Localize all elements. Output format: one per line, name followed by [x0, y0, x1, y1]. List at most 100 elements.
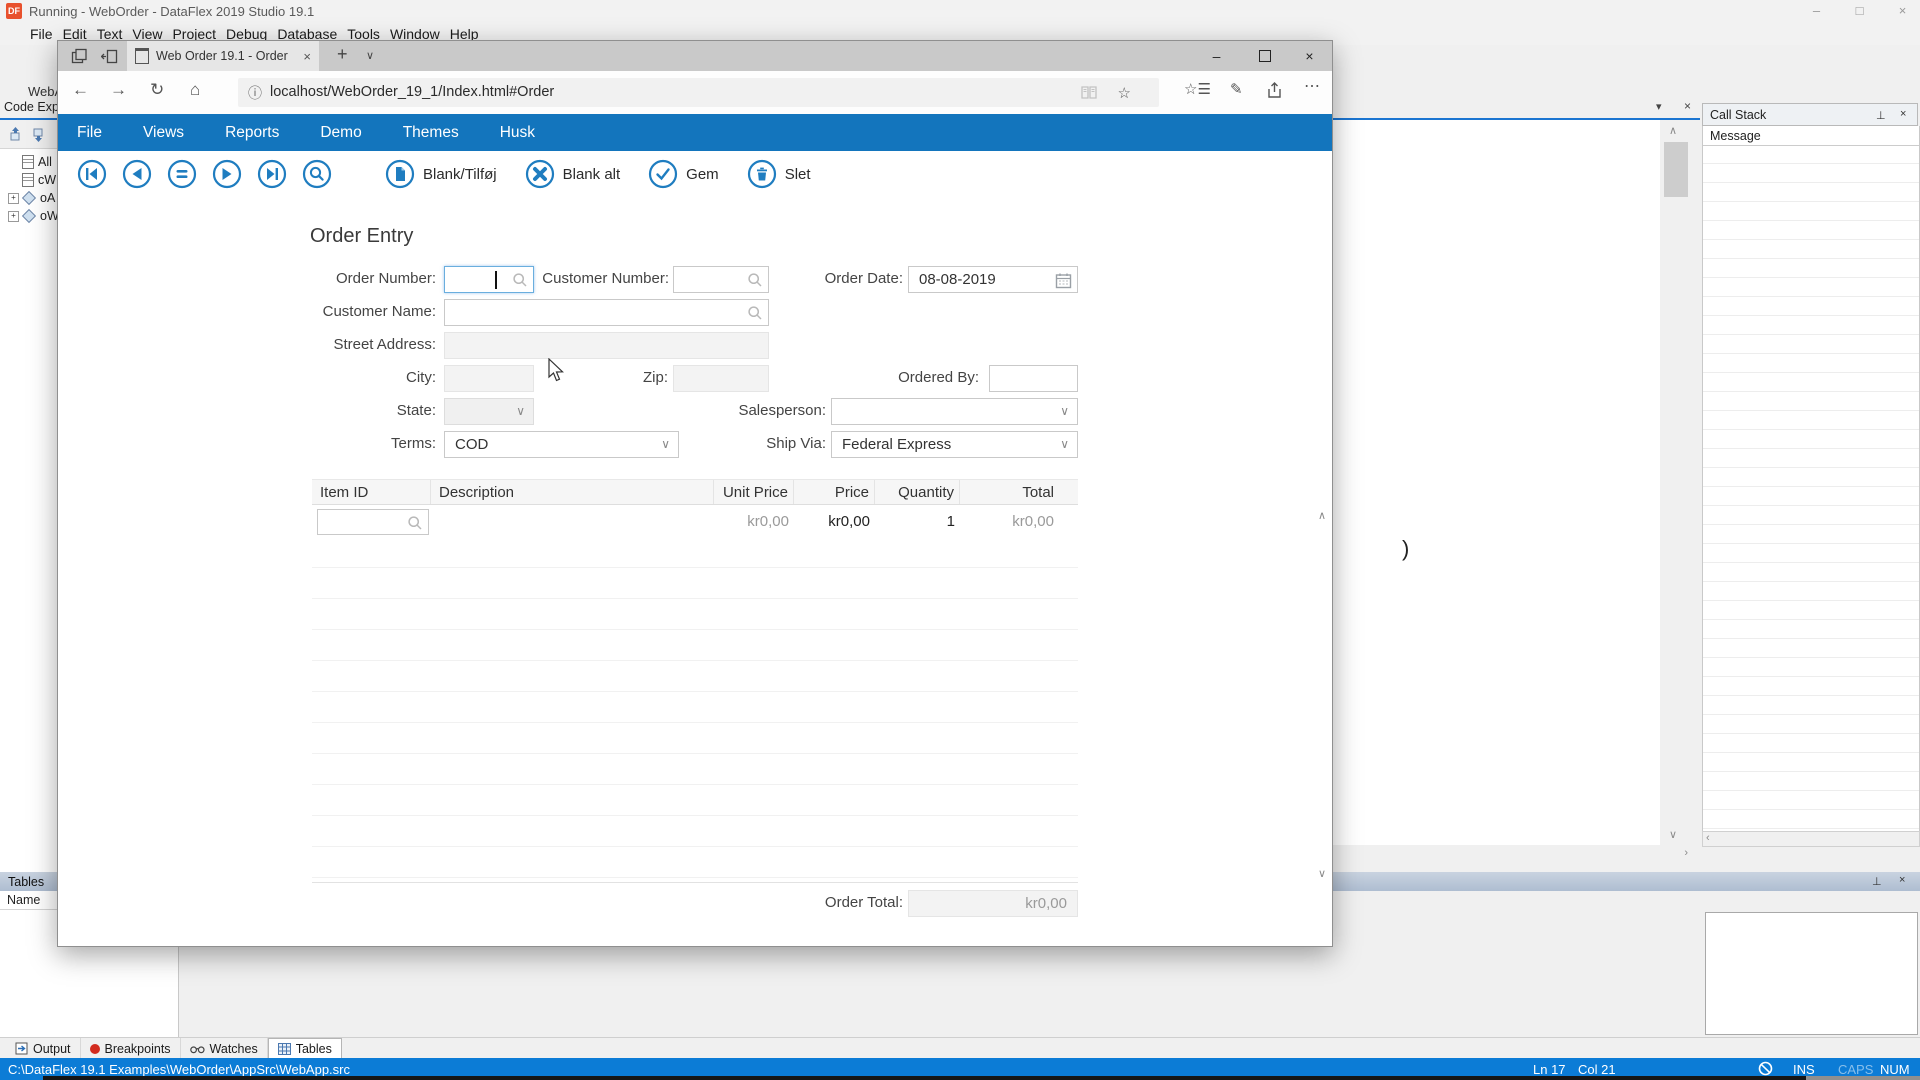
blank-all-button[interactable]: Blank alt	[525, 159, 621, 189]
item-id-input[interactable]	[317, 509, 429, 535]
browser-tab-active[interactable]: Web Order 19.1 - Order ×	[127, 41, 319, 71]
editor-vertical-scrollbar[interactable]: ∧ ∨	[1660, 120, 1692, 845]
favorites-hub-icon[interactable]: ☆☰	[1184, 80, 1211, 98]
order-date-input[interactable]: 08-08-2019	[908, 266, 1078, 293]
ide-minimize-button[interactable]: –	[1795, 0, 1838, 22]
back-icon[interactable]: ←	[72, 80, 89, 100]
ship-via-select[interactable]: Federal Express ∨	[831, 431, 1078, 458]
set-tabs-aside-icon[interactable]	[71, 48, 88, 65]
chevron-down-icon: ∨	[516, 404, 525, 418]
share-icon[interactable]	[1266, 82, 1283, 99]
call-stack-list[interactable]: Message	[1702, 126, 1920, 831]
browser-maximize-button[interactable]	[1242, 41, 1287, 71]
grid-scroll-up-icon[interactable]: ∧	[1318, 509, 1326, 522]
tab-breakpoints[interactable]: Breakpoints	[81, 1038, 181, 1059]
tab-output[interactable]: Output	[6, 1038, 81, 1059]
browser-window: Web Order 19.1 - Order × + ∨ – × ← → ↻ ⌂…	[57, 40, 1333, 947]
scroll-down-icon[interactable]: ∨	[1669, 828, 1677, 841]
webapp-menu-demo[interactable]: Demo	[320, 124, 361, 142]
column-unit-price[interactable]: Unit Price	[714, 480, 794, 504]
address-bar[interactable]: ⓘ localhost/WebOrder_19_1/Index.html#Ord…	[238, 78, 1159, 107]
delete-button[interactable]: Slet	[747, 159, 811, 189]
column-price[interactable]: Price	[794, 480, 875, 504]
refresh-icon[interactable]: ↻	[150, 80, 164, 100]
state-label: State:	[256, 402, 436, 419]
next-record-button[interactable]	[212, 159, 242, 189]
terms-value: COD	[455, 436, 488, 453]
customer-name-input[interactable]	[444, 299, 769, 326]
webapp-menu-reports[interactable]: Reports	[225, 124, 279, 142]
expand-plus-icon[interactable]: +	[8, 193, 19, 204]
add-favorite-star-icon[interactable]: ☆	[1118, 84, 1131, 102]
first-record-button[interactable]	[77, 159, 107, 189]
salesperson-select[interactable]: ∨	[831, 398, 1078, 425]
browser-minimize-button[interactable]: –	[1194, 41, 1239, 71]
ide-maximize-button[interactable]: □	[1838, 0, 1881, 22]
save-button[interactable]: Gem	[648, 159, 719, 189]
webapp-menu-husk[interactable]: Husk	[500, 124, 535, 142]
grid-header-row: Item ID Description Unit Price Price Qua…	[312, 479, 1078, 505]
web-note-pen-icon[interactable]: ✎	[1230, 80, 1243, 98]
grid-row[interactable]: kr0,00 kr0,00 1 kr0,00	[312, 505, 1078, 538]
scroll-up-icon[interactable]: ∧	[1669, 124, 1677, 137]
forward-icon[interactable]: →	[110, 80, 127, 100]
column-quantity[interactable]: Quantity	[875, 480, 960, 504]
tab-tables-label: Tables	[296, 1042, 332, 1056]
grid-empty-rows[interactable]	[312, 537, 1078, 882]
blank-add-button[interactable]: Blank/Tilføj	[385, 159, 497, 189]
ide-menu-file[interactable]: File	[30, 26, 53, 42]
tab-close-icon[interactable]: ×	[303, 49, 311, 64]
site-info-icon[interactable]: ⓘ	[248, 83, 262, 103]
tables-panel-title: Tables	[8, 875, 44, 889]
webapp-menu-views[interactable]: Views	[143, 124, 184, 142]
close-icon[interactable]: ×	[1899, 874, 1905, 886]
webapp-menu-file[interactable]: File	[77, 124, 102, 142]
tab-list-dropdown-icon[interactable]: ▾	[1656, 100, 1662, 113]
home-icon[interactable]: ⌂	[190, 80, 200, 100]
item-id-cell	[312, 505, 431, 537]
pin-icon[interactable]: ⊥	[1876, 109, 1886, 122]
tab-preview-chevron-icon[interactable]: ∨	[366, 49, 374, 62]
column-description[interactable]: Description	[431, 480, 714, 504]
total-cell: kr0,00	[960, 505, 1059, 537]
calendar-icon[interactable]	[1055, 272, 1072, 289]
tab-tables[interactable]: Tables	[268, 1038, 342, 1059]
column-item-id[interactable]: Item ID	[312, 480, 431, 504]
previous-record-button[interactable]	[122, 159, 152, 189]
new-tab-button[interactable]: +	[337, 44, 348, 65]
last-record-button[interactable]	[257, 159, 287, 189]
list-records-button[interactable]	[167, 159, 197, 189]
expand-plus-icon[interactable]: +	[8, 211, 19, 222]
lookup-magnifier-icon[interactable]	[407, 515, 423, 531]
grid-scroll-down-icon[interactable]: ∨	[1318, 867, 1326, 880]
scrollbar-thumb[interactable]	[1664, 142, 1688, 197]
close-icon[interactable]: ×	[1900, 108, 1906, 120]
reading-view-icon[interactable]	[1081, 86, 1097, 99]
sync-down-icon[interactable]	[31, 127, 46, 142]
ordered-by-input[interactable]	[989, 365, 1078, 392]
editor-close-icon[interactable]: ×	[1684, 99, 1691, 113]
status-line: Ln 17	[1533, 1062, 1566, 1077]
call-stack-column-message[interactable]: Message	[1703, 126, 1919, 146]
taskbar-sliver-light	[1806, 1076, 1920, 1080]
tabs-set-aside-icon[interactable]	[101, 48, 118, 65]
lookup-magnifier-icon[interactable]	[747, 305, 763, 321]
tree-item-label: All	[38, 155, 52, 169]
browser-close-button[interactable]: ×	[1287, 41, 1332, 71]
order-total-value: kr0,00	[1025, 895, 1067, 912]
column-total[interactable]: Total	[960, 480, 1059, 504]
terms-select[interactable]: COD ∨	[444, 431, 679, 458]
sync-up-icon[interactable]	[8, 127, 23, 142]
url-text[interactable]: localhost/WebOrder_19_1/Index.html#Order	[270, 84, 554, 100]
ide-close-button[interactable]: ×	[1881, 0, 1920, 22]
pin-icon[interactable]: ⊥	[1872, 875, 1882, 888]
scroll-right-icon[interactable]: ›	[1684, 847, 1688, 859]
maximize-square-icon	[1259, 50, 1271, 62]
search-button[interactable]	[302, 159, 332, 189]
order-number-label: Order Number:	[256, 270, 436, 287]
settings-more-icon[interactable]: ⋯	[1304, 76, 1321, 96]
scroll-left-icon[interactable]: ‹	[1706, 832, 1710, 844]
tab-watches[interactable]: Watches	[181, 1038, 268, 1059]
webapp-menu-themes[interactable]: Themes	[403, 124, 459, 142]
call-stack-horizontal-scrollbar[interactable]: ‹	[1702, 831, 1920, 847]
